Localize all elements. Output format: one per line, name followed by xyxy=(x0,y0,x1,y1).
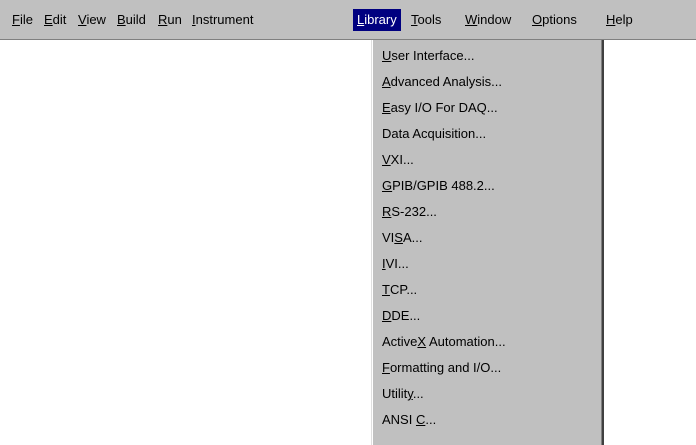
mnemonic-char: R xyxy=(158,12,168,27)
mnemonic-char: W xyxy=(465,12,478,27)
mnemonic-char: L xyxy=(357,12,365,27)
menu-bar: File Edit View Build Run Instrument Libr… xyxy=(0,0,696,40)
menu-item-gpib[interactable]: GPIB/GPIB 488.2... xyxy=(382,174,495,198)
mnemonic-char: C xyxy=(415,412,426,427)
menu-item-easy-io-for-daq[interactable]: Easy I/O For DAQ... xyxy=(382,96,498,120)
menu-item-utility[interactable]: Utility... xyxy=(382,382,424,406)
menu-item-visa[interactable]: VISA... xyxy=(382,226,422,250)
menu-file[interactable]: File xyxy=(8,9,37,31)
mnemonic-char: I xyxy=(192,12,196,27)
menu-tools[interactable]: Tools xyxy=(407,9,445,31)
library-dropdown-menu: User Interface... Advanced Analysis... E… xyxy=(371,40,604,445)
menu-item-dde[interactable]: DDE... xyxy=(382,304,420,328)
menu-item-activex-automation[interactable]: ActiveX Automation... xyxy=(382,330,506,354)
menu-build[interactable]: Build xyxy=(113,9,150,31)
menu-options[interactable]: Options xyxy=(528,9,581,31)
mnemonic-char: E xyxy=(44,12,53,27)
mnemonic-char: E xyxy=(382,100,391,115)
menu-item-vxi[interactable]: VXI... xyxy=(382,148,414,172)
mnemonic-char: V xyxy=(78,12,87,27)
menu-window[interactable]: Window xyxy=(461,9,515,31)
menu-instrument[interactable]: Instrument xyxy=(188,9,257,31)
menu-item-tcp[interactable]: TCP... xyxy=(382,278,417,302)
menu-help[interactable]: Help xyxy=(602,9,637,31)
menu-item-user-interface[interactable]: User Interface... xyxy=(382,44,474,68)
mnemonic-char: D xyxy=(382,308,392,323)
menu-view[interactable]: View xyxy=(74,9,110,31)
mnemonic-char: G xyxy=(382,178,393,193)
menu-item-ivi[interactable]: IVI... xyxy=(382,252,409,276)
mnemonic-char: U xyxy=(382,48,392,63)
menu-edit[interactable]: Edit xyxy=(40,9,70,31)
mnemonic-char: H xyxy=(606,12,616,27)
mnemonic-char: T xyxy=(382,282,390,297)
mnemonic-char: O xyxy=(532,12,543,27)
menu-item-data-acquisition[interactable]: Data Acquisition... xyxy=(382,122,486,146)
mnemonic-char: T xyxy=(411,12,418,27)
mnemonic-char: A xyxy=(382,74,391,89)
menu-item-ansi-c[interactable]: ANSI C... xyxy=(382,408,436,432)
menu-item-advanced-analysis[interactable]: Advanced Analysis... xyxy=(382,70,502,94)
mnemonic-char: y xyxy=(407,386,413,401)
mnemonic-char: F xyxy=(382,360,390,375)
mnemonic-char: F xyxy=(12,12,20,27)
mnemonic-char: R xyxy=(382,204,392,219)
menu-run[interactable]: Run xyxy=(154,9,186,31)
mnemonic-char: V xyxy=(382,152,391,167)
menu-item-rs-232[interactable]: RS-232... xyxy=(382,200,437,224)
menu-library[interactable]: Library xyxy=(353,9,401,31)
mnemonic-char: S xyxy=(394,230,403,245)
mnemonic-char: I xyxy=(382,256,386,271)
mnemonic-char: X xyxy=(417,334,427,349)
menu-item-formatting-and-io[interactable]: Formatting and I/O... xyxy=(382,356,501,380)
mnemonic-char: B xyxy=(117,12,126,27)
